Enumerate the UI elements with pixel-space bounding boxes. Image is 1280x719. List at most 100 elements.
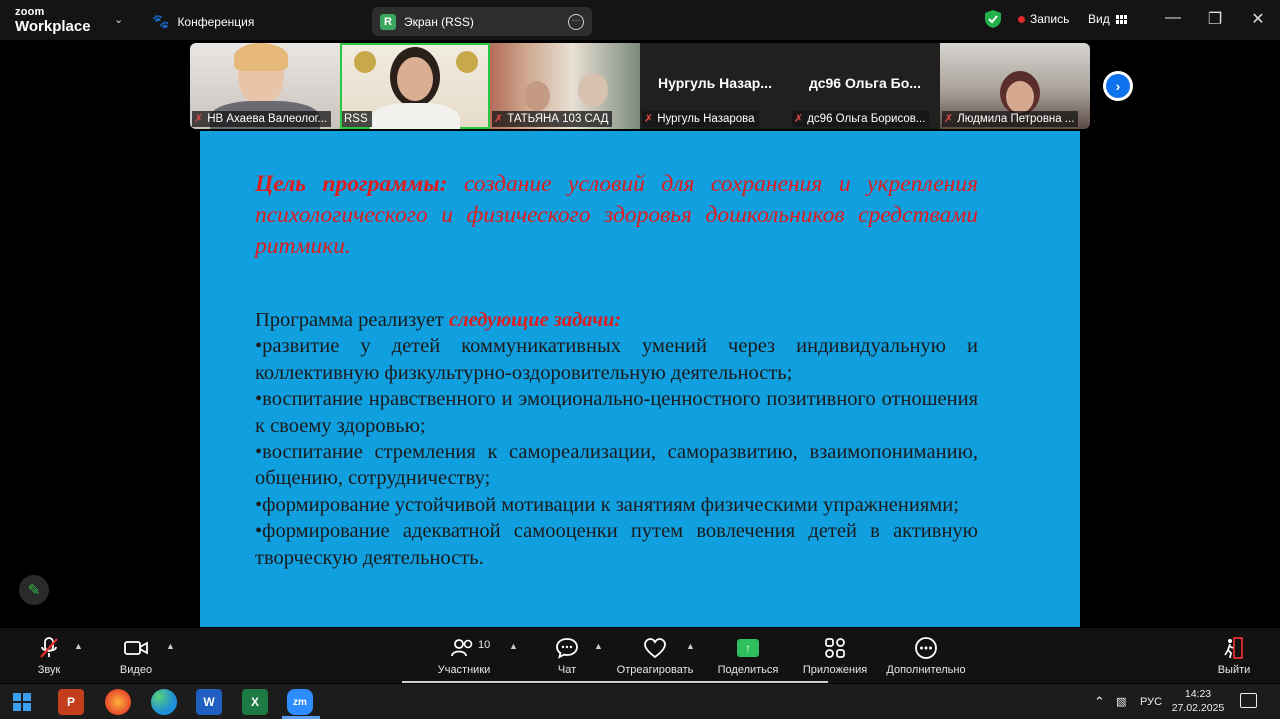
close-icon[interactable]: ✕ <box>1248 9 1268 29</box>
participant-name-tag: ✗ Нургуль Назарова <box>642 111 759 127</box>
edge-icon[interactable] <box>151 689 177 715</box>
tray-expand-icon[interactable]: ⌃ <box>1094 684 1105 719</box>
apps-label: Приложения <box>802 664 868 676</box>
recording-indicator[interactable]: Запись <box>1018 12 1069 26</box>
zoom-meeting-window: zoom Workplace ⌄ 🐾 Конференция R Экран (… <box>0 0 1280 719</box>
audio-label: Звук <box>37 664 61 676</box>
grid-view-icon <box>1115 14 1127 24</box>
task-item: •формирование адекватной самооценки путе… <box>255 520 978 569</box>
audio-options-caret[interactable]: ▲ <box>74 641 83 651</box>
windows-start-icon[interactable] <box>13 693 31 711</box>
react-label: Отреагировать <box>616 664 694 676</box>
participant-video <box>397 57 433 101</box>
program-tasks: Программа реализует следующие задачи: •р… <box>255 307 978 571</box>
participants-options-caret[interactable]: ▲ <box>509 641 518 651</box>
tasks-intro-text: Программа реализует <box>255 309 449 331</box>
program-goal: Цель программы: создание условий для сох… <box>255 169 978 262</box>
tasks-intro: Программа реализует следующие задачи: <box>255 307 978 333</box>
chat-options-caret[interactable]: ▲ <box>594 641 603 651</box>
firefox-icon[interactable] <box>105 689 131 715</box>
next-page-button[interactable]: › <box>1103 71 1133 101</box>
security-shield-icon[interactable] <box>985 10 1001 28</box>
goal-label: Цель программы: <box>255 171 448 197</box>
participant-tile[interactable]: RSS <box>340 43 490 129</box>
zoom-app-icon[interactable]: zm <box>287 689 313 715</box>
share-screen-button[interactable]: ↑ Поделиться <box>713 636 783 676</box>
participant-big-name: дс96 Ольга Бо... <box>809 75 921 91</box>
screen-share-pill[interactable]: R Экран (RSS) ··· <box>372 7 592 36</box>
annotate-pencil-button[interactable]: ✎ <box>19 575 49 605</box>
system-clock[interactable]: 14:23 27.02.2025 <box>1168 687 1228 715</box>
participant-name: Людмила Петровна ... <box>957 113 1075 125</box>
chat-button[interactable]: Чат <box>552 636 582 676</box>
sharer-badge: R <box>380 13 396 30</box>
chat-label: Чат <box>557 664 577 676</box>
view-label: Вид <box>1088 12 1110 26</box>
toolbar-divider <box>402 681 828 683</box>
participant-tile[interactable]: дс96 Ольга Бо... ✗ дс96 Ольга Борисов... <box>790 43 940 129</box>
leave-door-icon <box>1222 636 1246 660</box>
chevron-right-icon: › <box>1106 74 1130 98</box>
notifications-icon[interactable] <box>1240 693 1257 708</box>
participant-video <box>354 51 376 73</box>
participant-name: НВ Ахаева Валеолог... <box>207 113 327 125</box>
chat-icon <box>555 636 579 660</box>
video-button[interactable]: Видео <box>117 636 155 676</box>
muted-mic-icon <box>37 636 61 660</box>
pencil-icon: ✎ <box>27 582 41 599</box>
task-item: •воспитание нравственного и эмоционально… <box>255 388 978 437</box>
participant-name-tag: ✗ дс96 Ольга Борисов... <box>792 111 930 127</box>
muted-mic-icon: ✗ <box>494 113 504 125</box>
participant-name-tag: ✗ ТАТЬЯНА 103 САД <box>492 111 613 127</box>
meeting-toolbar: Звук ▲ Видео ▲ Участники 10 ▲ Чат ▲ Отре… <box>0 628 1280 683</box>
participant-big-name: Нургуль Назар... <box>658 75 772 91</box>
minimize-icon[interactable]: — <box>1163 9 1183 27</box>
participant-video <box>234 43 288 71</box>
participant-video <box>578 73 608 107</box>
powerpoint-icon[interactable]: P <box>58 689 84 715</box>
apps-button[interactable]: Приложения <box>797 636 873 676</box>
participant-name-tag: RSS <box>342 111 372 127</box>
conference-menu[interactable]: 🐾 Конференция <box>152 13 254 30</box>
react-options-caret[interactable]: ▲ <box>686 641 695 651</box>
participant-name-tag: ✗ НВ Ахаева Валеолог... <box>192 111 331 127</box>
apps-icon <box>823 636 847 660</box>
excel-icon[interactable]: X <box>242 689 268 715</box>
participant-tile[interactable]: ✗ ТАТЬЯНА 103 САД <box>490 43 640 129</box>
restore-icon[interactable]: ❐ <box>1205 9 1225 29</box>
view-menu[interactable]: Вид <box>1088 12 1127 26</box>
more-options-icon[interactable]: ··· <box>568 13 584 30</box>
logo-bottom-text: Workplace <box>15 18 91 35</box>
logo-top-text: zoom <box>15 6 45 18</box>
video-label: Видео <box>119 664 153 676</box>
video-options-caret[interactable]: ▲ <box>166 641 175 651</box>
muted-mic-icon: ✗ <box>794 113 804 125</box>
participant-video <box>1006 81 1034 113</box>
participant-name-tag: ✗ Людмила Петровна ... <box>942 111 1079 127</box>
participants-label: Участники <box>437 664 491 676</box>
paw-icon: 🐾 <box>152 13 170 29</box>
participant-name: Нургуль Назарова <box>657 113 755 125</box>
heart-icon <box>643 636 667 660</box>
muted-mic-icon: ✗ <box>194 113 204 125</box>
zoom-workplace-logo: zoom Workplace <box>15 6 91 35</box>
windows-taskbar: P W X zm ⌃ ▧ РУС 14:23 27.02.2025 <box>0 684 1280 719</box>
audio-button[interactable]: Звук <box>30 636 68 676</box>
participant-tile[interactable]: ✗ НВ Ахаева Валеолог... <box>190 43 340 129</box>
slide-content: Цель программы: создание условий для сох… <box>255 169 978 571</box>
more-button[interactable]: Дополнительно <box>880 636 972 676</box>
language-indicator[interactable]: РУС <box>1140 684 1162 719</box>
task-item: •воспитание стремления к самореализации,… <box>255 441 978 490</box>
network-icon[interactable]: ▧ <box>1116 684 1126 719</box>
participant-name: ТАТЬЯНА 103 САД <box>507 113 609 125</box>
record-label: Запись <box>1030 12 1070 26</box>
leave-meeting-button[interactable]: Выйти <box>1214 636 1254 676</box>
participants-count: 10 <box>478 639 491 651</box>
share-label: Поделиться <box>717 664 779 676</box>
chevron-down-icon[interactable]: ⌄ <box>114 13 123 26</box>
participant-tile[interactable]: Нургуль Назар... ✗ Нургуль Назарова <box>640 43 790 129</box>
word-icon[interactable]: W <box>196 689 222 715</box>
screen-share-label: Экран (RSS) <box>404 14 474 29</box>
participant-tile[interactable]: ✗ Людмила Петровна ... <box>940 43 1090 129</box>
participant-video <box>524 81 550 111</box>
